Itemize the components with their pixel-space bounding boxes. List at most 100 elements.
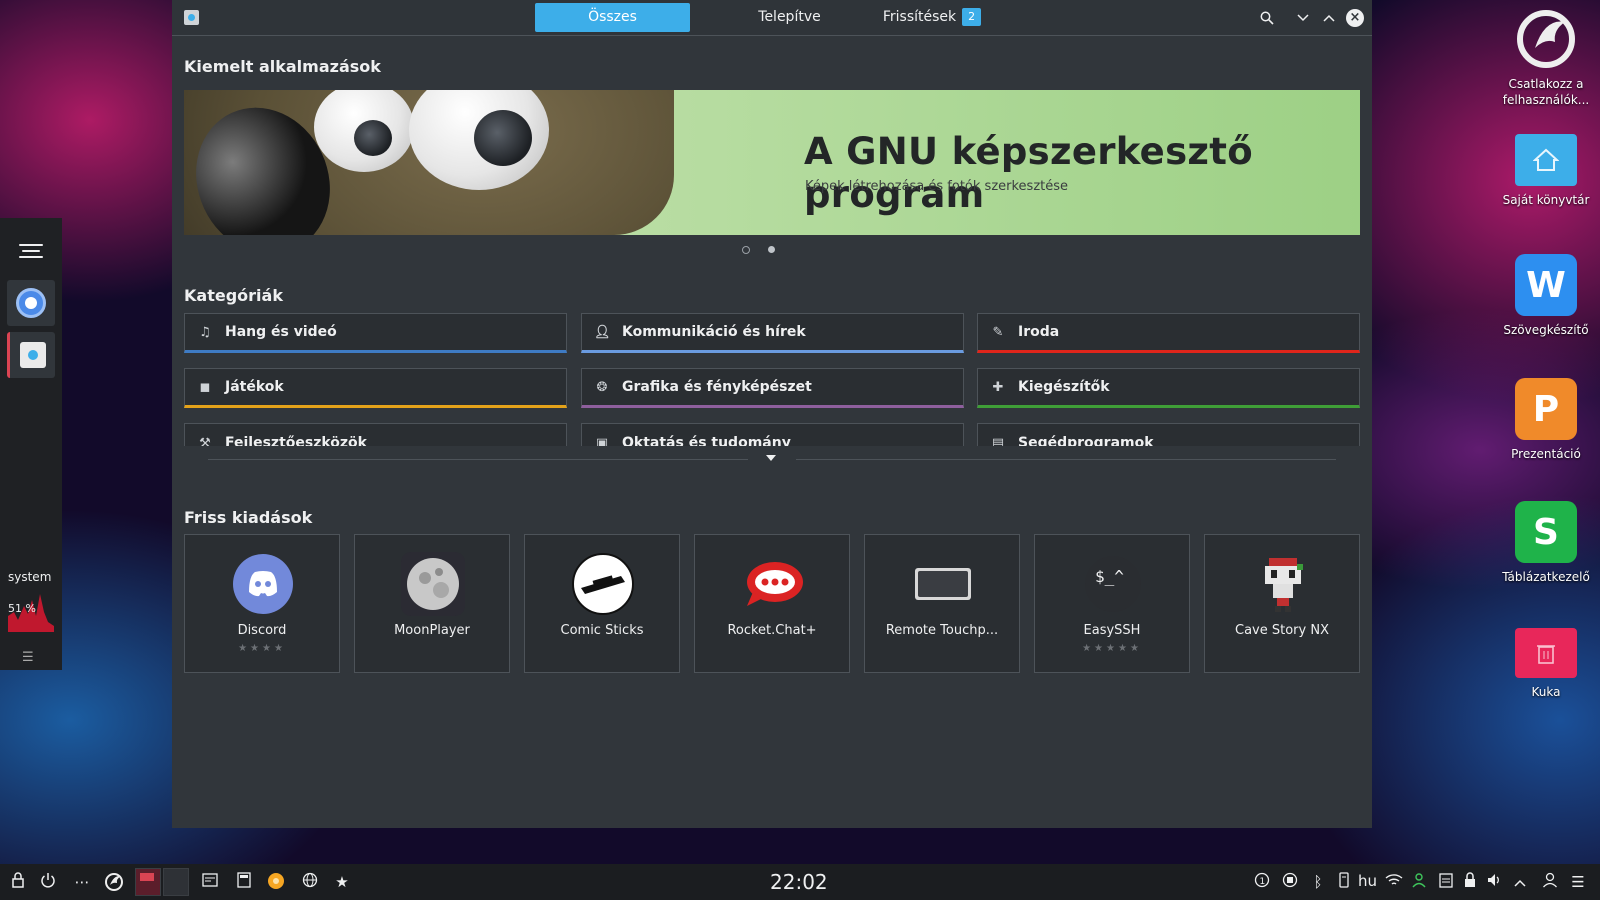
keyboard-layout[interactable]: hu [1358, 872, 1377, 890]
expand-categories-icon[interactable] [766, 455, 776, 461]
system-monitor-widget[interactable]: system 51 % [8, 570, 54, 632]
user-status-icon[interactable] [1410, 872, 1430, 892]
carousel-dot-1[interactable] [742, 246, 750, 254]
orange-app-icon[interactable] [266, 872, 286, 892]
app-name: EasySSH [1083, 623, 1141, 638]
clipboard-icon[interactable] [1436, 872, 1456, 892]
maximize-icon[interactable] [1319, 8, 1339, 28]
menu-icon [19, 240, 43, 262]
desktop-icon-trash[interactable]: Kuka [1496, 628, 1596, 700]
category-education[interactable]: ▣ Oktatás és tudomány [581, 423, 964, 446]
list-icon[interactable]: ☰ [1568, 872, 1588, 892]
desktop-2[interactable] [163, 868, 189, 896]
virtual-desktop-pager[interactable] [135, 868, 189, 896]
app-card-discord[interactable]: Discord ★★★★ [184, 534, 340, 673]
volume-icon[interactable] [1484, 872, 1504, 892]
software-center-launcher[interactable] [7, 332, 55, 378]
category-communication[interactable]: 👤︎ Kommunikáció és hírek [581, 313, 964, 353]
system-monitor-label: system [8, 570, 52, 584]
window-titlebar: Összes Telepítve Frissítések 2 × [172, 0, 1372, 36]
app-name: MoonPlayer [394, 623, 470, 638]
featured-banner[interactable]: A GNU képszerkesztő program Képek létreh… [184, 90, 1360, 235]
edit-icon: ✎ [992, 324, 1004, 340]
search-icon[interactable] [1257, 8, 1277, 28]
app-card-easyssh[interactable]: $_^ EasySSH ★★★★★ [1034, 534, 1190, 673]
dragon-launcher-icon[interactable] [104, 872, 124, 892]
categories-heading: Kategóriák [184, 286, 283, 305]
presentation-p-icon: P [1515, 378, 1577, 440]
task-manager-icon[interactable] [200, 872, 220, 892]
app-card-moonplayer[interactable]: MoonPlayer [354, 534, 510, 673]
category-development[interactable]: ⚒ Fejlesztőeszközök [184, 423, 567, 446]
app-name: Comic Sticks [560, 623, 644, 638]
app-card-remote-touchpad[interactable]: Remote Touchp... [864, 534, 1020, 673]
category-office[interactable]: ✎ Iroda [977, 313, 1360, 353]
featured-heading: Kiemelt alkalmazások [184, 57, 381, 76]
user-icon[interactable] [1540, 872, 1560, 892]
calculator-icon[interactable] [234, 872, 254, 892]
tab-updates[interactable]: Frissítések 2 [872, 3, 992, 32]
desktop-icon-home[interactable]: Saját könyvtár [1496, 134, 1596, 208]
app-card-cave-story[interactable]: Cave Story NX [1204, 534, 1360, 673]
minimize-icon[interactable] [1293, 8, 1313, 28]
application-menu-button[interactable] [7, 228, 55, 274]
browser-launcher[interactable] [7, 280, 55, 326]
tab-all[interactable]: Összes [535, 3, 690, 32]
store-bag-icon [19, 342, 46, 368]
more-icon[interactable]: ⋯ [72, 872, 92, 892]
desktop-icon-community[interactable]: Csatlakozz a felhasználók... [1496, 8, 1596, 108]
carousel-pager [742, 246, 775, 254]
moonplayer-icon [401, 552, 465, 616]
vault-lock-icon[interactable] [1460, 872, 1480, 892]
app-card-comic-sticks[interactable]: Comic Sticks [524, 534, 680, 673]
category-graphics[interactable]: ❂ Grafika és fényképészet [581, 368, 964, 408]
puzzle-icon: ✚ [992, 379, 1004, 395]
tray-expand-icon[interactable] [1510, 872, 1530, 892]
category-utilities[interactable]: ▤ Segédprogramok [977, 423, 1360, 446]
app-icon [184, 10, 199, 25]
expander-divider-left [208, 459, 748, 460]
desktop-icon-presentation[interactable]: P Prezentáció [1496, 378, 1596, 462]
terminal-icon: $_^ [1081, 552, 1145, 616]
usb-icon[interactable] [1334, 872, 1354, 892]
app-name: Cave Story NX [1235, 623, 1329, 638]
app-card-rocket-chat[interactable]: Rocket.Chat+ [694, 534, 850, 673]
star-icon[interactable]: ★ [332, 872, 352, 892]
tab-installed[interactable]: Telepítve [712, 3, 867, 32]
new-releases-heading: Friss kiadások [184, 508, 313, 527]
desktop-1[interactable] [135, 868, 161, 896]
category-addons[interactable]: ✚ Kiegészítők [977, 368, 1360, 408]
category-games[interactable]: ◼ Játékok [184, 368, 567, 408]
carousel-dot-2[interactable] [768, 246, 775, 253]
tab-updates-label: Frissítések [882, 9, 957, 25]
cpu-percent: 51 % [8, 602, 36, 615]
desktop-icon-writer[interactable]: W Szövegkészítő [1496, 254, 1596, 338]
list-icon[interactable]: ☰ [22, 650, 34, 665]
clock[interactable]: 22:02 [770, 870, 828, 894]
svg-text:$_^: $_^ [1095, 567, 1124, 586]
power-icon[interactable] [38, 872, 58, 892]
updates-tray-icon[interactable] [1280, 872, 1300, 892]
gimp-mascot-image [184, 90, 674, 235]
user-icon: 👤︎ [594, 324, 611, 340]
tools-icon: ⚒ [199, 435, 211, 447]
globe-icon[interactable] [300, 872, 320, 892]
chromium-icon [16, 288, 46, 318]
banner-subtitle: Képek létrehozása és fotók szerkesztése [805, 179, 1069, 194]
close-icon[interactable]: × [1345, 8, 1365, 28]
touchpad-icon [911, 552, 975, 616]
comic-sticks-icon [571, 552, 635, 616]
taskbar: ⋯ ★ 22:02 1 ᛒ hu ☰ [0, 864, 1600, 900]
app-name: Discord [237, 623, 287, 638]
category-audio-video[interactable]: ♫ Hang és videó [184, 313, 567, 353]
spreadsheet-s-icon: S [1515, 501, 1577, 563]
app-name: Rocket.Chat+ [727, 623, 817, 638]
wifi-icon[interactable] [1384, 872, 1404, 892]
notifications-icon[interactable]: 1 [1252, 872, 1272, 892]
rocket-chat-icon [741, 552, 805, 616]
music-note-icon: ♫ [199, 324, 211, 340]
gamepad-icon: ◼ [199, 379, 211, 395]
lock-screen-icon[interactable] [8, 872, 28, 892]
desktop-icon-spreadsheet[interactable]: S Táblázatkezelő [1496, 501, 1596, 585]
bluetooth-icon[interactable]: ᛒ [1308, 872, 1328, 892]
